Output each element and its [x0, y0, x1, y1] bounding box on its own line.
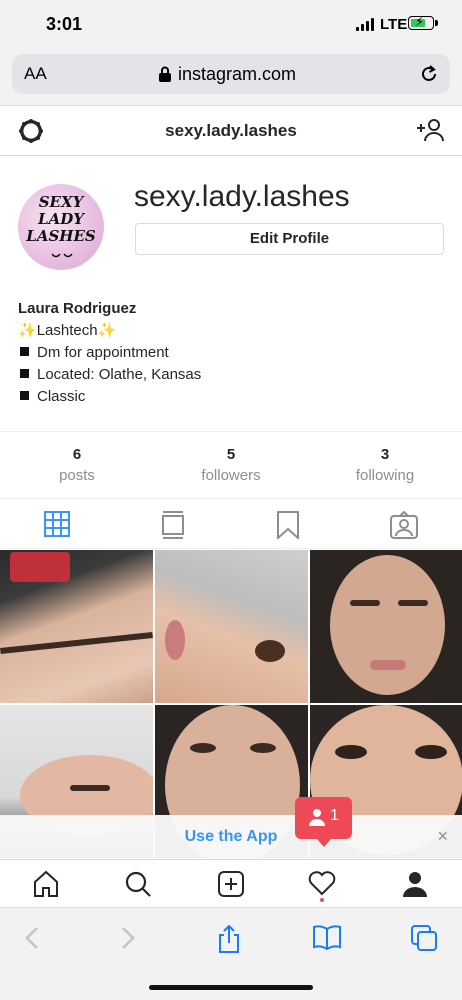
- text-size-button[interactable]: AA: [24, 64, 47, 84]
- signal-icon: [356, 18, 374, 31]
- post-thumbnail[interactable]: [0, 550, 153, 703]
- follower-notification-badge[interactable]: 1: [295, 797, 352, 847]
- post-thumbnail[interactable]: [310, 550, 462, 703]
- profile-stats: 6 posts 5 followers 3 following: [0, 431, 462, 499]
- tabs-icon[interactable]: [410, 924, 440, 954]
- following-count: 3: [380, 446, 390, 463]
- followers-count: 5: [226, 446, 236, 463]
- edit-profile-button[interactable]: Edit Profile: [135, 223, 444, 255]
- profile-username: sexy.lady.lashes: [134, 180, 350, 213]
- battery-icon: ⚡: [408, 14, 434, 30]
- lash-logo-icon: [51, 252, 73, 263]
- share-icon[interactable]: [216, 924, 246, 954]
- browser-address-area: AA instagram.com: [0, 50, 462, 106]
- bio-title: Lashtech: [36, 322, 98, 339]
- header-title: sexy.lady.lashes: [165, 121, 297, 140]
- followers-label: followers: [201, 467, 261, 484]
- use-app-banner: Use the App ×: [0, 815, 462, 859]
- bottom-nav: [0, 859, 462, 907]
- black-square-icon: [20, 369, 29, 378]
- url-text[interactable]: instagram.com: [178, 64, 296, 85]
- use-app-link[interactable]: Use the App: [0, 828, 462, 846]
- status-bar: 3:01 LTE ⚡: [0, 0, 462, 50]
- black-square-icon: [20, 347, 29, 356]
- profile-icon[interactable]: [401, 870, 431, 900]
- home-icon[interactable]: [32, 870, 62, 900]
- following-label: following: [355, 467, 415, 484]
- forward-icon[interactable]: [118, 924, 148, 954]
- saved-icon[interactable]: [276, 511, 304, 541]
- avatar-logo: SEXY LADY LASHES: [26, 193, 96, 245]
- tagged-icon[interactable]: [390, 510, 418, 539]
- posts-stat[interactable]: 6 posts: [0, 446, 154, 484]
- posts-label: posts: [59, 467, 95, 484]
- post-thumbnail[interactable]: [155, 550, 308, 703]
- full-name: Laura Rodriguez: [18, 300, 137, 317]
- profile-tabs: [0, 499, 462, 549]
- bookmarks-icon[interactable]: [312, 924, 342, 954]
- bio-line: Located: Olathe, Kansas: [18, 364, 201, 386]
- new-post-icon[interactable]: [217, 870, 247, 900]
- bio-line: Classic: [18, 386, 201, 408]
- following-stat[interactable]: 3 following: [308, 446, 462, 484]
- sparkles-icon: ✨: [18, 322, 37, 339]
- address-bar[interactable]: AA instagram.com: [12, 54, 450, 94]
- bio-line-text: Classic: [37, 388, 86, 405]
- bio: Laura Rodriguez ✨Lashtech✨ Dm for appoin…: [18, 298, 201, 408]
- search-icon[interactable]: [124, 870, 154, 900]
- followers-stat[interactable]: 5 followers: [154, 446, 308, 484]
- status-time: 3:01: [46, 14, 83, 34]
- profile-header: sexy.lady.lashes: [0, 106, 462, 156]
- bio-line-text: Located: Olathe, Kansas: [37, 366, 202, 383]
- back-icon[interactable]: [22, 924, 52, 954]
- grid-icon[interactable]: [44, 511, 72, 539]
- close-banner-button[interactable]: ×: [437, 826, 448, 847]
- black-square-icon: [20, 391, 29, 400]
- add-user-icon[interactable]: [416, 117, 444, 148]
- notification-count: 1: [330, 807, 339, 824]
- home-indicator: [149, 985, 313, 990]
- activity-heart-icon[interactable]: [308, 870, 338, 900]
- bio-title-line: ✨Lashtech✨: [18, 320, 201, 342]
- battery-tip: [435, 20, 438, 26]
- network-type: LTE: [380, 16, 408, 33]
- avatar[interactable]: SEXY LADY LASHES: [18, 184, 104, 270]
- sparkles-icon: ✨: [97, 322, 117, 339]
- photo-grid: [0, 550, 462, 860]
- bio-line-text: Dm for appointment: [37, 344, 169, 361]
- bio-line: Dm for appointment: [18, 342, 201, 364]
- lock-icon: [158, 66, 172, 88]
- feed-icon[interactable]: [160, 511, 188, 539]
- posts-count: 6: [72, 446, 82, 463]
- person-icon: [308, 808, 326, 831]
- activity-dot: [320, 898, 324, 902]
- reload-icon[interactable]: [418, 63, 440, 90]
